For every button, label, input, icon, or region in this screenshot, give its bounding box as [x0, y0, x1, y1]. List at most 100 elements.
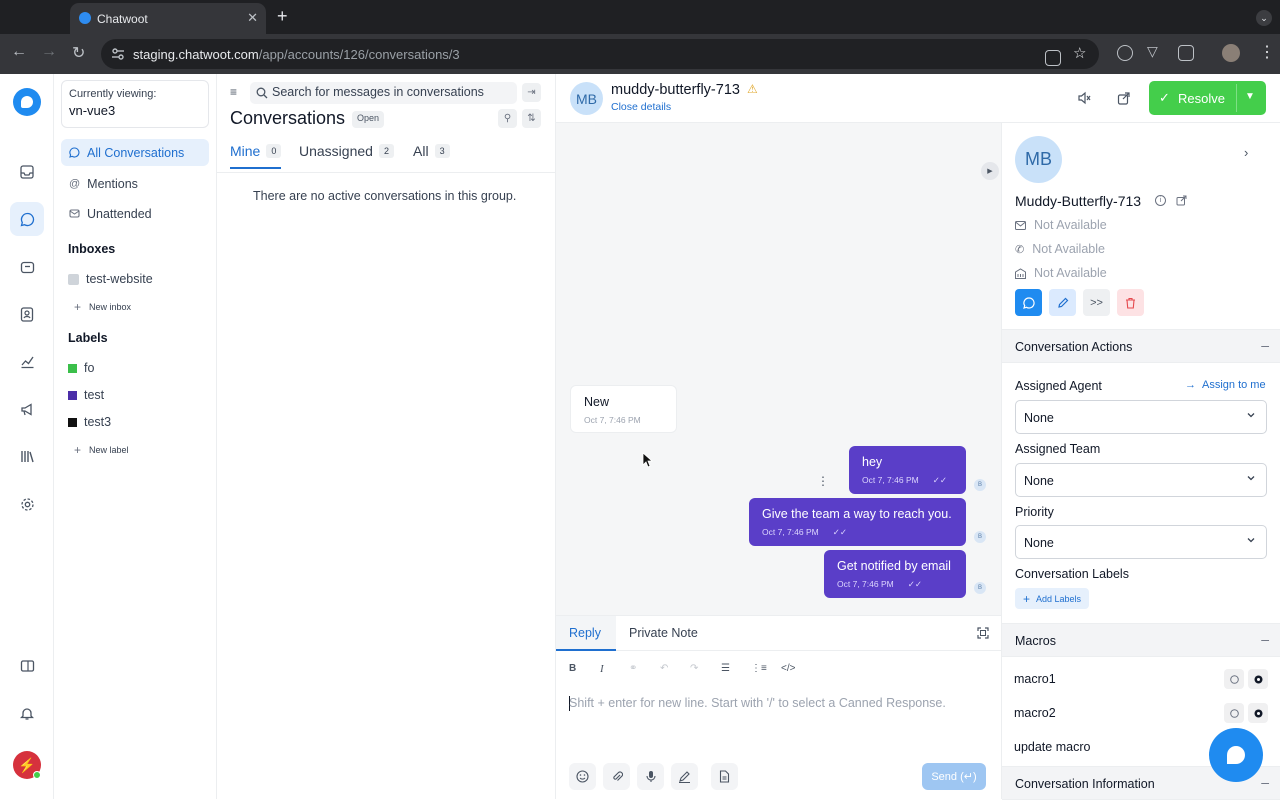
- back-icon[interactable]: ←: [11, 43, 27, 61]
- macro-run-icon[interactable]: [1248, 669, 1268, 689]
- forward-icon[interactable]: →: [41, 43, 57, 61]
- account-switcher[interactable]: Currently viewing: vn-vue3: [61, 80, 209, 128]
- delete-contact-button[interactable]: [1117, 289, 1144, 316]
- assigned-agent-select[interactable]: None: [1015, 400, 1267, 434]
- add-labels-button[interactable]: + Add Labels: [1015, 588, 1090, 609]
- nav-unattended[interactable]: Unattended: [61, 200, 209, 227]
- tab-mine[interactable]: Mine 0: [230, 143, 282, 169]
- label-item-test3[interactable]: test3: [68, 415, 111, 429]
- message-menu-icon[interactable]: ⋮: [817, 474, 829, 488]
- resolve-button[interactable]: ✓ Resolve ▼: [1149, 81, 1266, 115]
- menu-kebab-icon[interactable]: ⋮: [1259, 42, 1275, 62]
- tab-unassigned[interactable]: Unassigned 2: [299, 143, 394, 167]
- inbox-icon[interactable]: [10, 155, 44, 189]
- bookmark-star-icon[interactable]: ☆: [1073, 44, 1086, 62]
- hamburger-menu-icon[interactable]: ≡: [230, 85, 237, 99]
- expand-panel-icon[interactable]: ▶: [981, 162, 999, 180]
- chat-bubble-icon: [1022, 296, 1035, 309]
- collapse-icon[interactable]: –: [1261, 631, 1269, 647]
- macro-info-icon[interactable]: [1224, 703, 1244, 723]
- chat-widget-launcher[interactable]: [1209, 728, 1263, 782]
- address-bar[interactable]: staging.chatwoot.com/app/accounts/126/co…: [101, 39, 1099, 69]
- collapse-icon[interactable]: –: [1261, 774, 1269, 790]
- assigned-agent-label: Assigned Agent: [1015, 379, 1102, 393]
- install-app-icon[interactable]: [1045, 50, 1061, 66]
- add-labels-label: Add Labels: [1036, 593, 1082, 604]
- label-item-test[interactable]: test: [68, 388, 104, 402]
- contacts-icon[interactable]: [10, 297, 44, 331]
- campaigns-icon[interactable]: [10, 250, 44, 284]
- label-item-fo[interactable]: fo: [68, 361, 94, 375]
- library-icon[interactable]: [10, 439, 44, 473]
- external-link-icon[interactable]: [1176, 195, 1187, 206]
- contact-avatar[interactable]: MB: [570, 82, 603, 115]
- select-value: None: [1024, 411, 1054, 425]
- dashboard-apps-icon[interactable]: [10, 649, 44, 683]
- assigned-team-select[interactable]: None: [1015, 463, 1267, 497]
- conversation-tabs: Mine 0 Unassigned 2 All 3: [217, 138, 556, 173]
- reply-input[interactable]: Shift + enter for new line. Start with '…: [569, 696, 946, 710]
- tab-private-note[interactable]: Private Note: [629, 626, 698, 640]
- priority-select[interactable]: None: [1015, 525, 1267, 559]
- collapse-panel-icon[interactable]: ⇥: [522, 83, 541, 102]
- numbered-list-icon[interactable]: ⋮≡: [751, 663, 767, 674]
- tab-search-icon[interactable]: ⌄: [1256, 10, 1272, 26]
- close-tab-icon[interactable]: ✕: [247, 10, 258, 26]
- browser-tab[interactable]: Chatwoot ✕: [70, 3, 266, 34]
- conversation-actions-section[interactable]: Conversation Actions –: [1002, 329, 1280, 363]
- new-label-link[interactable]: + New label: [74, 443, 129, 457]
- macros-section[interactable]: Macros –: [1002, 623, 1280, 657]
- attachment-icon[interactable]: [603, 763, 630, 790]
- resolve-label: Resolve: [1178, 91, 1225, 106]
- info-icon[interactable]: i: [1155, 195, 1166, 206]
- code-icon[interactable]: </>: [781, 663, 795, 674]
- italic-icon[interactable]: I: [600, 663, 604, 675]
- new-message-button[interactable]: [1015, 289, 1042, 316]
- article-icon[interactable]: [711, 763, 738, 790]
- filter-icon[interactable]: ⚲: [498, 109, 517, 128]
- macro-info-icon[interactable]: [1224, 669, 1244, 689]
- signature-icon[interactable]: [671, 763, 698, 790]
- chatwoot-logo[interactable]: [13, 88, 41, 116]
- redo-icon[interactable]: ↷: [690, 663, 698, 674]
- search-input[interactable]: Search for messages in conversations: [250, 82, 517, 104]
- assign-to-me-link[interactable]: → Assign to me: [1185, 379, 1266, 391]
- extensions-puzzle-icon[interactable]: [1178, 45, 1194, 61]
- bold-icon[interactable]: B: [569, 663, 576, 674]
- settings-gear-icon[interactable]: [10, 487, 44, 521]
- tab-reply[interactable]: Reply: [569, 626, 601, 640]
- nav-all-conversations[interactable]: All Conversations: [61, 139, 209, 166]
- extension-2-icon[interactable]: ▽: [1147, 43, 1158, 60]
- mute-icon[interactable]: [1077, 91, 1091, 105]
- conversations-icon[interactable]: [10, 202, 44, 236]
- macro-run-icon[interactable]: [1248, 703, 1268, 723]
- close-details-link[interactable]: Close details: [611, 101, 671, 113]
- site-info-icon[interactable]: [111, 47, 125, 61]
- send-button[interactable]: Send (↵): [922, 763, 986, 790]
- new-tab-icon[interactable]: +: [277, 6, 288, 27]
- share-icon[interactable]: [1117, 91, 1131, 105]
- notifications-bell-icon[interactable]: [10, 696, 44, 730]
- link-icon[interactable]: ⚭: [629, 663, 637, 674]
- emoji-icon[interactable]: [569, 763, 596, 790]
- edit-contact-button[interactable]: [1049, 289, 1076, 316]
- merge-contact-button[interactable]: >>: [1083, 289, 1110, 316]
- contact-name[interactable]: muddy-butterfly-713: [611, 82, 740, 98]
- reports-icon[interactable]: [10, 344, 44, 378]
- nav-mentions[interactable]: @ Mentions: [61, 170, 209, 197]
- expand-editor-icon[interactable]: [977, 627, 989, 639]
- chevron-right-icon[interactable]: ›: [1244, 145, 1248, 160]
- tab-all[interactable]: All 3: [413, 143, 450, 167]
- chevron-down-icon[interactable]: ▼: [1245, 91, 1255, 102]
- new-inbox-link[interactable]: + New inbox: [74, 300, 131, 314]
- inbox-item-test-website[interactable]: test-website: [68, 272, 153, 286]
- collapse-icon[interactable]: –: [1261, 337, 1269, 353]
- profile-avatar[interactable]: [1222, 44, 1240, 62]
- extension-icon[interactable]: [1117, 45, 1133, 61]
- sort-icon[interactable]: ⇅: [522, 109, 541, 128]
- reload-icon[interactable]: ↻: [72, 43, 85, 63]
- campaign-megaphone-icon[interactable]: [10, 392, 44, 426]
- bullet-list-icon[interactable]: ☰: [721, 663, 730, 674]
- microphone-icon[interactable]: [637, 763, 664, 790]
- undo-icon[interactable]: ↶: [660, 663, 668, 674]
